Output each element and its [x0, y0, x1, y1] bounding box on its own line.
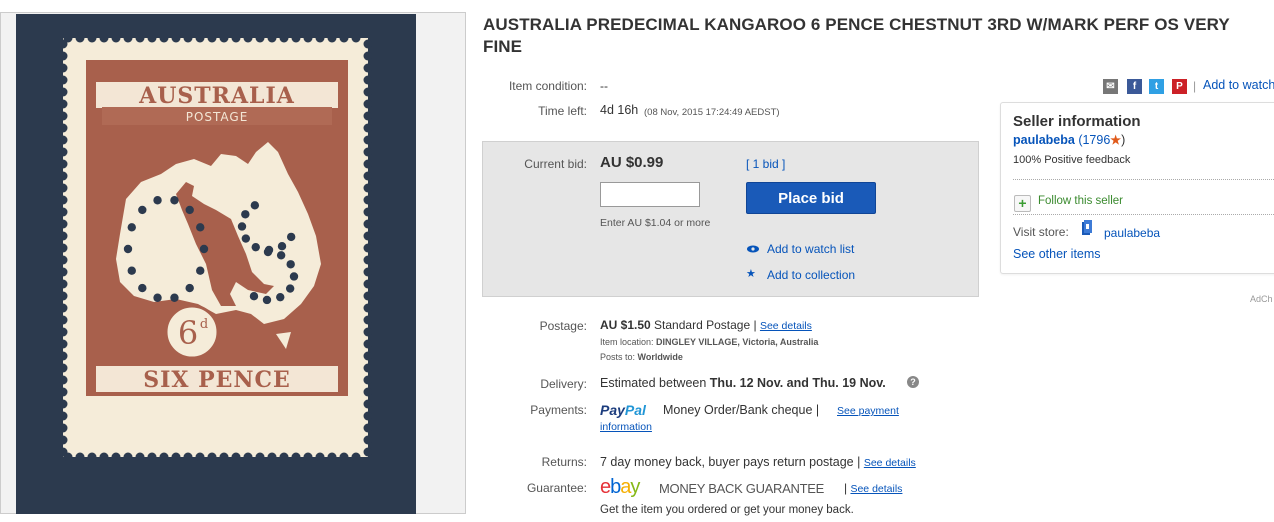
posts-to-value: Worldwide [637, 352, 683, 362]
eye-icon [746, 242, 760, 254]
seller-heading: Seller information [1013, 113, 1141, 130]
item-photo[interactable]: AUSTRALIA POSTAGE 6 d SIX PENCE [16, 14, 416, 514]
stamp-value-text: 6 [178, 314, 198, 352]
paypal-pay: Pay [600, 402, 625, 418]
stamp-postage-text: POSTAGE [186, 110, 249, 124]
bid-hint: Enter AU $1.04 or more [600, 217, 711, 229]
add-to-watch-list-link[interactable]: Add to watch list [767, 242, 854, 256]
postage-amount: AU $1.50 [600, 318, 651, 332]
guarantee-label: Guarantee: [526, 481, 587, 495]
ebay-logo: ebay [600, 476, 640, 498]
postage-details-link[interactable]: See details [760, 320, 812, 332]
item-location: Item location: DINGLEY VILLAGE, Victoria… [600, 337, 818, 347]
delivery-label: Delivery: [540, 377, 587, 391]
posts-to: Posts to: Worldwide [600, 352, 683, 362]
condition-value: -- [600, 79, 608, 93]
visit-store-label: Visit store: [1013, 225, 1069, 239]
seller-score-link[interactable]: (1796 [1078, 133, 1110, 147]
returns-value: 7 day money back, buyer pays return post… [600, 455, 916, 469]
end-time: (08 Nov, 2015 17:24:49 AEDST) [644, 107, 780, 118]
postage-row: AU $1.50 Standard Postage | See details [600, 318, 812, 332]
stamp-denomination-text: SIX PENCE [143, 367, 291, 393]
delivery-value: Estimated between Thu. 12 Nov. and Thu. … [600, 376, 886, 390]
current-bid-label: Current bid: [524, 157, 587, 171]
paypal-logo: PayPal [600, 402, 646, 418]
share-separator: | [1193, 79, 1197, 93]
seller-divider [1013, 179, 1274, 180]
help-icon[interactable]: ? [907, 376, 919, 388]
returns-label: Returns: [541, 455, 587, 469]
seller-divider-2 [1013, 214, 1274, 215]
guarantee-link-row: | See details [844, 481, 902, 495]
pinterest-share-icon[interactable]: P [1172, 79, 1187, 94]
twitter-share-icon[interactable]: t [1149, 79, 1164, 94]
payment-text: Money Order/Bank cheque [663, 403, 813, 417]
guarantee-details-link[interactable]: See details [850, 483, 902, 495]
postage-sep: | [753, 318, 757, 332]
guarantee-note: Get the item you ordered or get your mon… [600, 504, 854, 516]
add-to-watch-link[interactable]: Add to watch [1203, 78, 1274, 92]
time-left-value: 4d 16h [600, 103, 639, 117]
seller-name-link[interactable]: paulabeba [1013, 133, 1075, 147]
delivery-prefix: Estimated between [600, 376, 707, 390]
payments-label: Payments: [530, 403, 587, 417]
seller-score-end: ) [1121, 133, 1126, 147]
payment-information-link[interactable]: information [600, 421, 652, 433]
postage-method: Standard Postage [654, 318, 751, 332]
guarantee-text: MONEY BACK GUARANTEE [659, 481, 824, 496]
seller-name: paulabeba (1796★) [1013, 133, 1125, 147]
current-bid-amount: AU $0.99 [600, 154, 664, 171]
returns-sep: | [857, 455, 861, 469]
time-left-label: Time left: [538, 104, 587, 118]
stamp-value-sup-text: d [200, 317, 208, 332]
returns-details-link[interactable]: See details [864, 457, 916, 469]
feedback-star-icon: ★ [1110, 133, 1122, 147]
postage-label: Postage: [539, 319, 587, 333]
posts-to-label: Posts to: [600, 352, 636, 362]
guarantee-sep: | [844, 481, 848, 495]
bid-count-link[interactable]: [ 1 bid ] [746, 157, 785, 171]
store-link[interactable]: paulabeba [1104, 226, 1160, 240]
condition-label: Item condition: [508, 79, 587, 93]
returns-text: 7 day money back, buyer pays return post… [600, 455, 854, 469]
positive-feedback: 100% Positive feedback [1013, 154, 1131, 166]
see-payment-link[interactable]: See payment [837, 405, 899, 417]
paypal-pal: Pal [624, 402, 646, 418]
add-to-collection-link[interactable]: Add to collection [767, 268, 855, 282]
payment-methods: Money Order/Bank cheque | [663, 403, 819, 417]
item-location-label: Item location: [600, 337, 654, 347]
store-icon [1081, 220, 1093, 236]
delivery-dates: Thu. 12 Nov. and Thu. 19 Nov. [709, 376, 886, 390]
facebook-share-icon[interactable]: f [1127, 79, 1142, 94]
payment-sep: | [815, 403, 820, 417]
item-title: AUSTRALIA PREDECIMAL KANGAROO 6 PENCE CH… [483, 15, 1230, 56]
email-share-icon[interactable]: ✉ [1103, 79, 1118, 94]
bid-amount-input[interactable] [600, 182, 700, 207]
stamp-country-text: AUSTRALIA [138, 83, 295, 109]
star-icon: ★ [746, 268, 756, 280]
see-other-items-link[interactable]: See other items [1013, 247, 1101, 261]
follow-plus-icon[interactable]: + [1014, 195, 1031, 212]
stamp-image: AUSTRALIA POSTAGE 6 d SIX PENCE [16, 14, 416, 514]
place-bid-button[interactable]: Place bid [746, 182, 876, 214]
ad-choices-label[interactable]: AdCh [1250, 294, 1273, 304]
item-location-value: DINGLEY VILLAGE, Victoria, Australia [656, 337, 819, 347]
follow-seller-link[interactable]: Follow this seller [1038, 195, 1123, 207]
